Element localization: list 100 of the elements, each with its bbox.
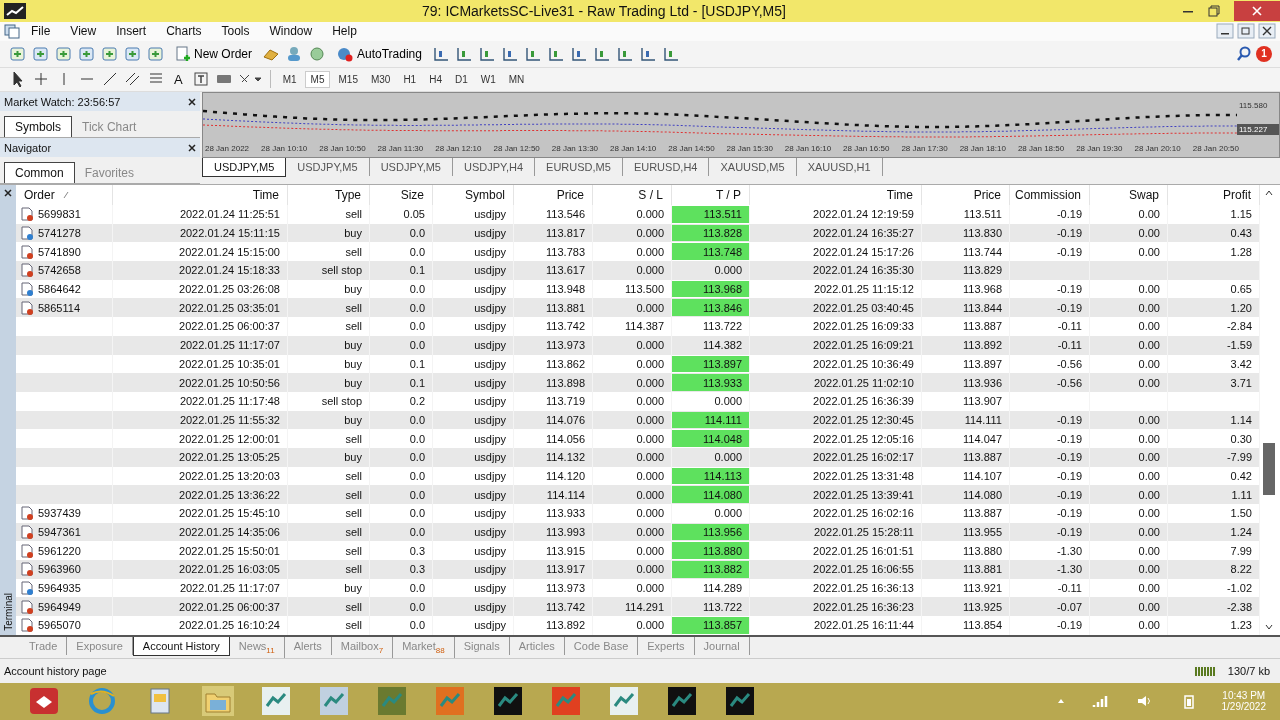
chart-tab[interactable]: USDJPY,M5 <box>286 158 370 176</box>
table-cell: 0.000 <box>672 504 750 523</box>
panel-tab[interactable]: Symbols <box>4 116 72 137</box>
chart-tab[interactable]: USDJPY,H4 <box>453 158 536 176</box>
signal-bars-icon[interactable] <box>1091 694 1110 709</box>
notification-badge[interactable]: 1 <box>1256 45 1272 62</box>
text-tool[interactable]: A <box>169 71 188 87</box>
table-cell: sell <box>288 616 370 635</box>
table-cell: 0.000 <box>593 504 672 523</box>
chart-tab[interactable]: XAUUSD,M5 <box>709 158 797 176</box>
table-cell: usdjpy <box>433 335 514 355</box>
table-cell: usdjpy <box>433 429 514 448</box>
auto-trading-button[interactable]: AutoTrading <box>330 45 428 62</box>
time-label: 28 Jan 13:30 <box>551 144 599 153</box>
table-cell: 0.0 <box>370 616 433 635</box>
timeframe-button[interactable]: M5 <box>304 70 331 88</box>
timeframe-button[interactable]: W1 <box>475 71 501 87</box>
table-cell: 113.968 <box>672 280 750 298</box>
close-icon[interactable] <box>188 143 196 152</box>
table-cell: -0.19 <box>1010 616 1090 635</box>
menu-item[interactable]: Insert <box>107 24 156 39</box>
table-cell: 2022.01.25 12:00:01 <box>113 429 288 448</box>
menu-item[interactable]: File <box>22 24 60 39</box>
table-cell: usdjpy <box>433 504 514 523</box>
table-cell: 113.880 <box>672 542 750 560</box>
chart-tab[interactable]: XAUUSD,H1 <box>796 158 883 176</box>
table-cell: 114.132 <box>514 447 593 467</box>
menu-item[interactable]: Charts <box>157 24 211 39</box>
menu-item[interactable]: Tools <box>212 24 259 39</box>
close-icon[interactable] <box>4 189 12 197</box>
navigator-title: Navigator <box>4 141 52 154</box>
table-cell: 2022.01.25 11:17:48 <box>113 391 288 411</box>
table-cell: 0.00 <box>1090 335 1168 355</box>
table-cell: 5947361 <box>38 526 81 539</box>
search-icon[interactable] <box>1235 44 1253 63</box>
app-icon[interactable] <box>724 686 756 717</box>
table-cell: 2022.01.25 11:17:07 <box>113 335 288 355</box>
table-cell: 0.00 <box>1090 560 1168 579</box>
table-cell: 114.111 <box>672 411 750 429</box>
table-cell: 5937439 <box>38 507 81 520</box>
terminal-tab[interactable]: Account History <box>132 636 230 656</box>
panel-tab[interactable]: Common <box>4 162 75 183</box>
table-cell: 114.056 <box>514 429 593 448</box>
scroll-up-icon[interactable] <box>1264 189 1274 197</box>
menu-item[interactable]: View <box>61 24 106 39</box>
close-icon <box>1252 5 1262 16</box>
table-cell: 5865114 <box>38 301 80 314</box>
table-cell: 5864642 <box>38 283 81 296</box>
table-cell: 5961220 <box>38 544 81 557</box>
table-cell: 1.50 <box>1168 504 1260 523</box>
price-label: 115.227 <box>1237 123 1279 135</box>
timeframe-button[interactable]: H1 <box>398 71 422 87</box>
restore-icon[interactable] <box>1208 4 1220 17</box>
table-cell: 114.113 <box>672 467 750 485</box>
chart-tab[interactable]: EURUSD,H4 <box>622 158 710 176</box>
chart-app-icon[interactable] <box>492 686 524 717</box>
table-cell: -0.19 <box>1010 429 1090 448</box>
chart-tab[interactable]: USDJPY,M5 <box>202 158 287 177</box>
table-cell: sell stop <box>288 261 370 280</box>
menu-item[interactable]: Window <box>260 24 322 39</box>
sort-icon <box>62 191 69 199</box>
menu-item[interactable]: Help <box>323 24 366 39</box>
terminal-tab[interactable]: Market$_{88}$ <box>393 636 455 658</box>
new-chart-icon[interactable] <box>8 44 28 63</box>
terminal-tab[interactable]: News$_{11}$ <box>229 636 285 658</box>
timeframe-button[interactable]: M15 <box>333 71 363 87</box>
timeframe-button[interactable]: M1 <box>277 71 302 87</box>
table-cell: sell <box>288 560 370 579</box>
table-cell: usdjpy <box>433 560 514 579</box>
table-cell: 0.00 <box>1090 429 1168 448</box>
book-app-icon[interactable] <box>28 686 60 717</box>
table-cell: 5964949 <box>38 600 81 613</box>
close-icon[interactable] <box>188 97 196 106</box>
close-icon[interactable] <box>1258 23 1276 40</box>
table-cell: 113.936 <box>922 373 1010 392</box>
timeframe-button[interactable]: M30 <box>365 71 396 87</box>
table-cell: -0.11 <box>1010 335 1090 355</box>
table-cell: 0.000 <box>672 447 750 467</box>
clock-time: 10:43 PM <box>1222 690 1266 702</box>
scroll-down-icon[interactable] <box>1264 622 1274 631</box>
timeframe-button[interactable]: D1 <box>450 71 473 87</box>
table-cell: 113.511 <box>922 205 1010 224</box>
minimize-icon[interactable] <box>1216 23 1234 40</box>
table-cell: 8.22 <box>1168 560 1260 579</box>
scrollbar-thumb[interactable] <box>1263 443 1275 495</box>
timeframe-button[interactable]: MN <box>503 71 530 87</box>
chart-tab[interactable]: USDJPY,M5 <box>369 158 453 176</box>
table-cell: usdjpy <box>433 317 514 336</box>
table-cell: -2.84 <box>1168 317 1260 336</box>
chart-tab[interactable]: EURUSD,M5 <box>535 158 623 176</box>
table-cell: 5699831 <box>38 208 81 221</box>
chart-app-icon[interactable] <box>666 686 698 717</box>
table-cell: -0.19 <box>1010 504 1090 523</box>
market-watch-title: Market Watch: 23:56:57 <box>4 95 121 108</box>
status-message: Account history page <box>4 665 107 678</box>
close-button[interactable] <box>1234 0 1280 21</box>
terminal-tab[interactable]: Mailbox$_{7}$ <box>331 636 394 658</box>
timeframe-button[interactable]: H4 <box>424 71 447 87</box>
table-cell: buy <box>288 335 370 355</box>
new-order-button[interactable]: New Order <box>169 45 258 62</box>
